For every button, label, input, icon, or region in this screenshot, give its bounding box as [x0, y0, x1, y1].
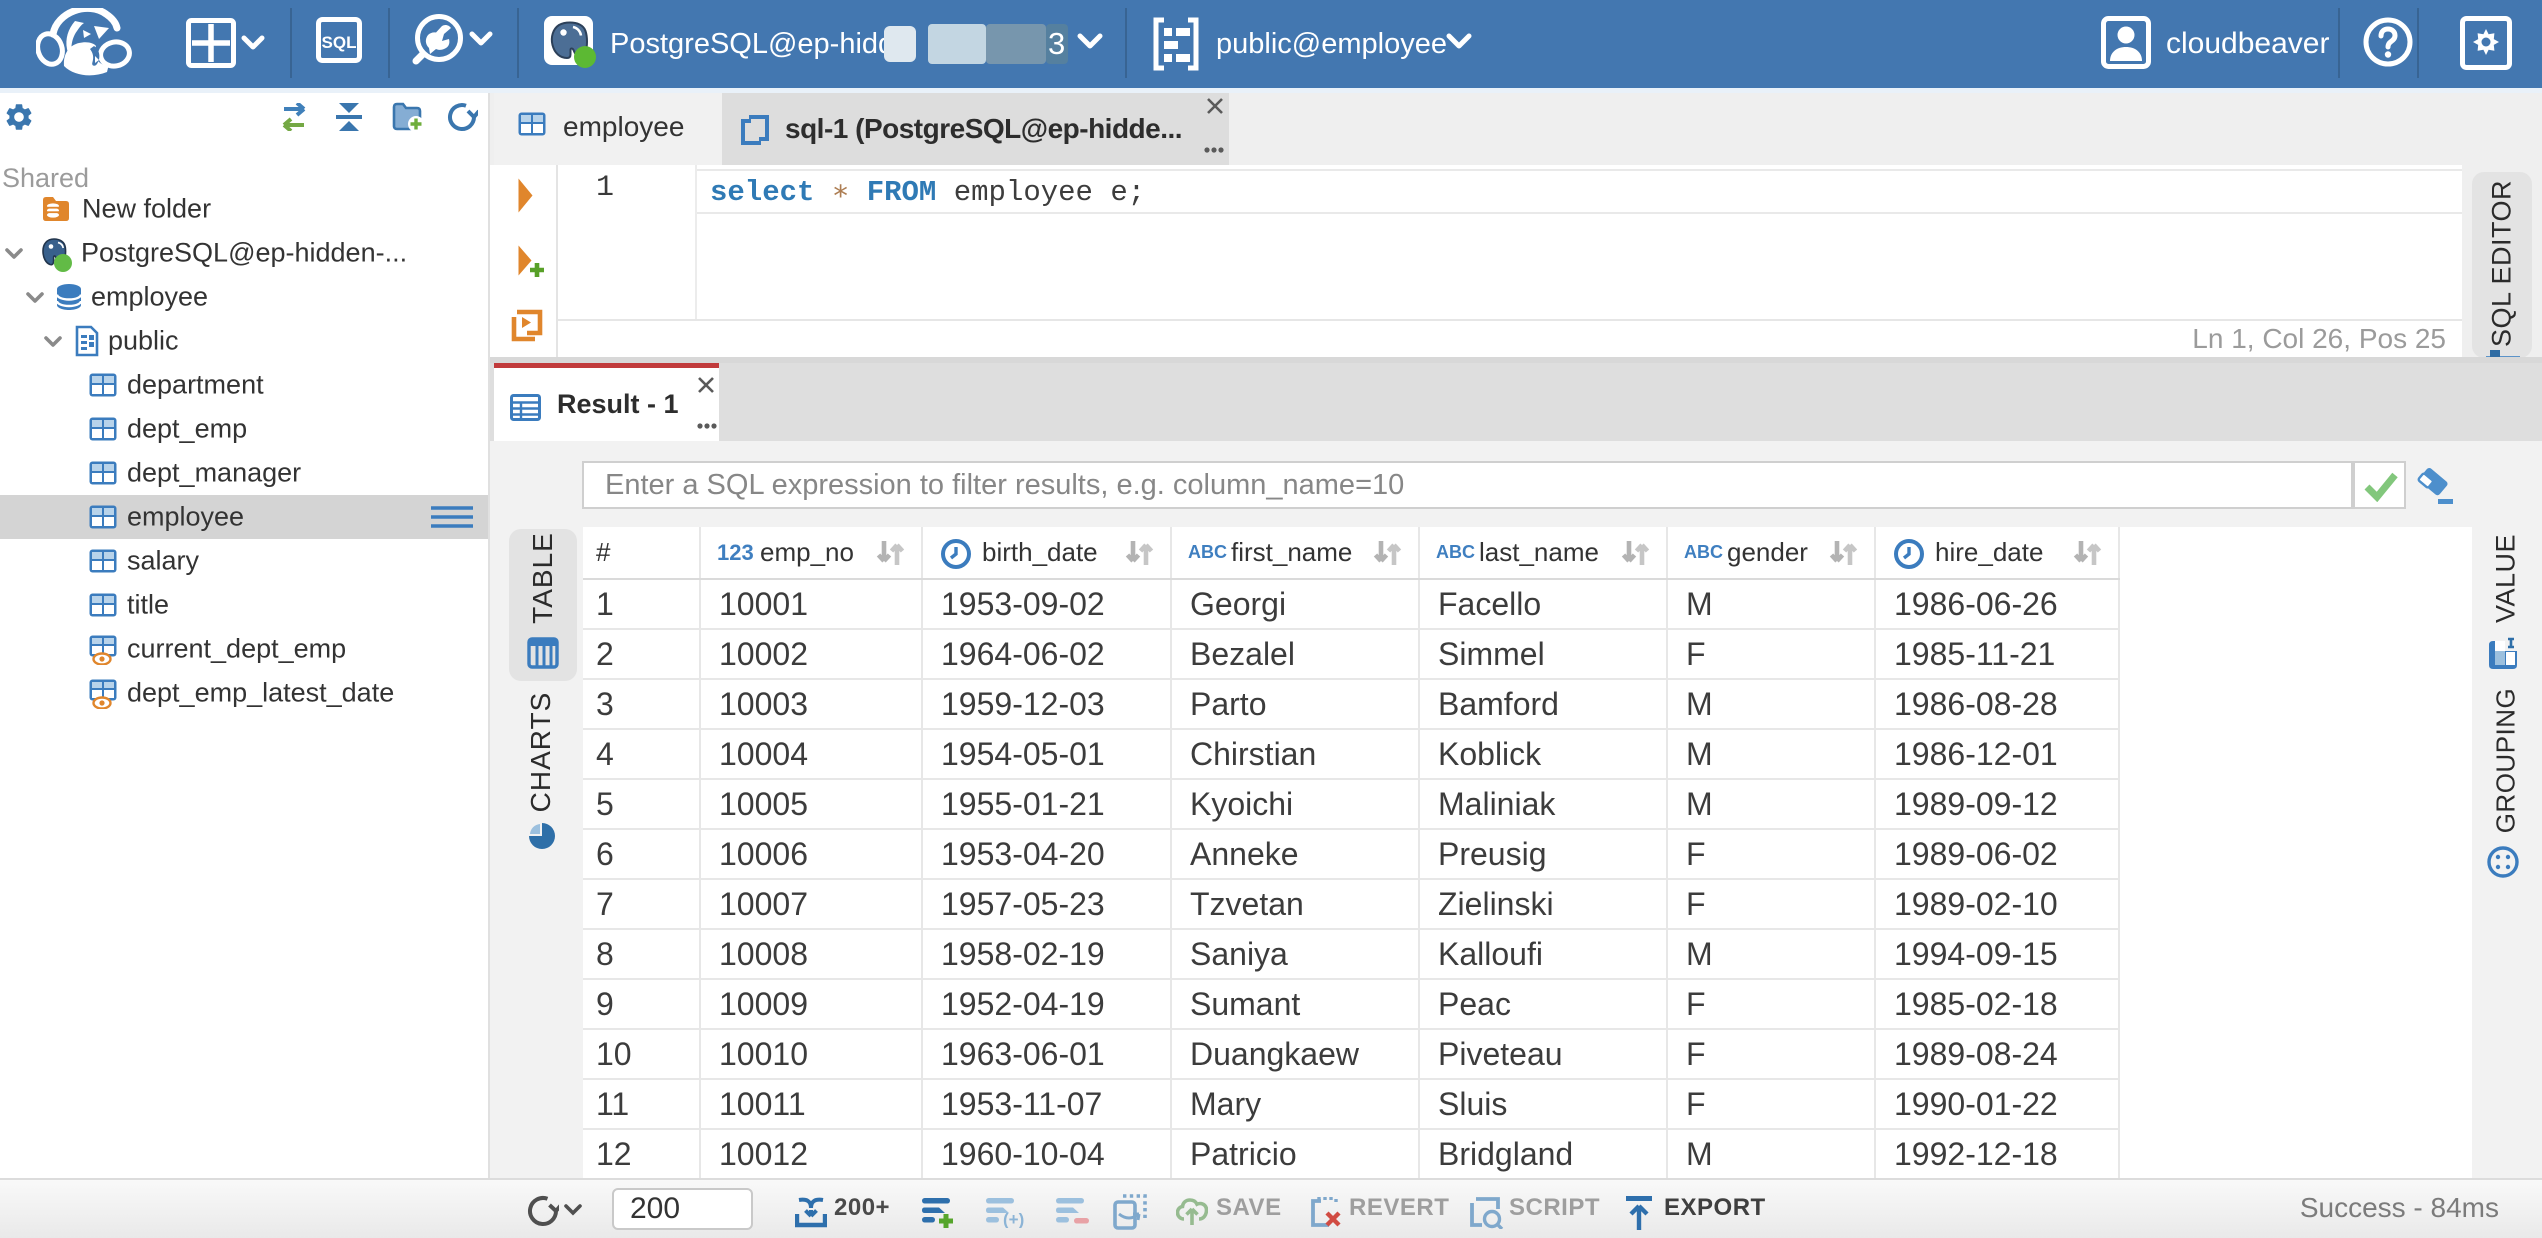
- svg-text:(+): (+): [1003, 1210, 1024, 1228]
- svg-text:SQL: SQL: [322, 33, 357, 52]
